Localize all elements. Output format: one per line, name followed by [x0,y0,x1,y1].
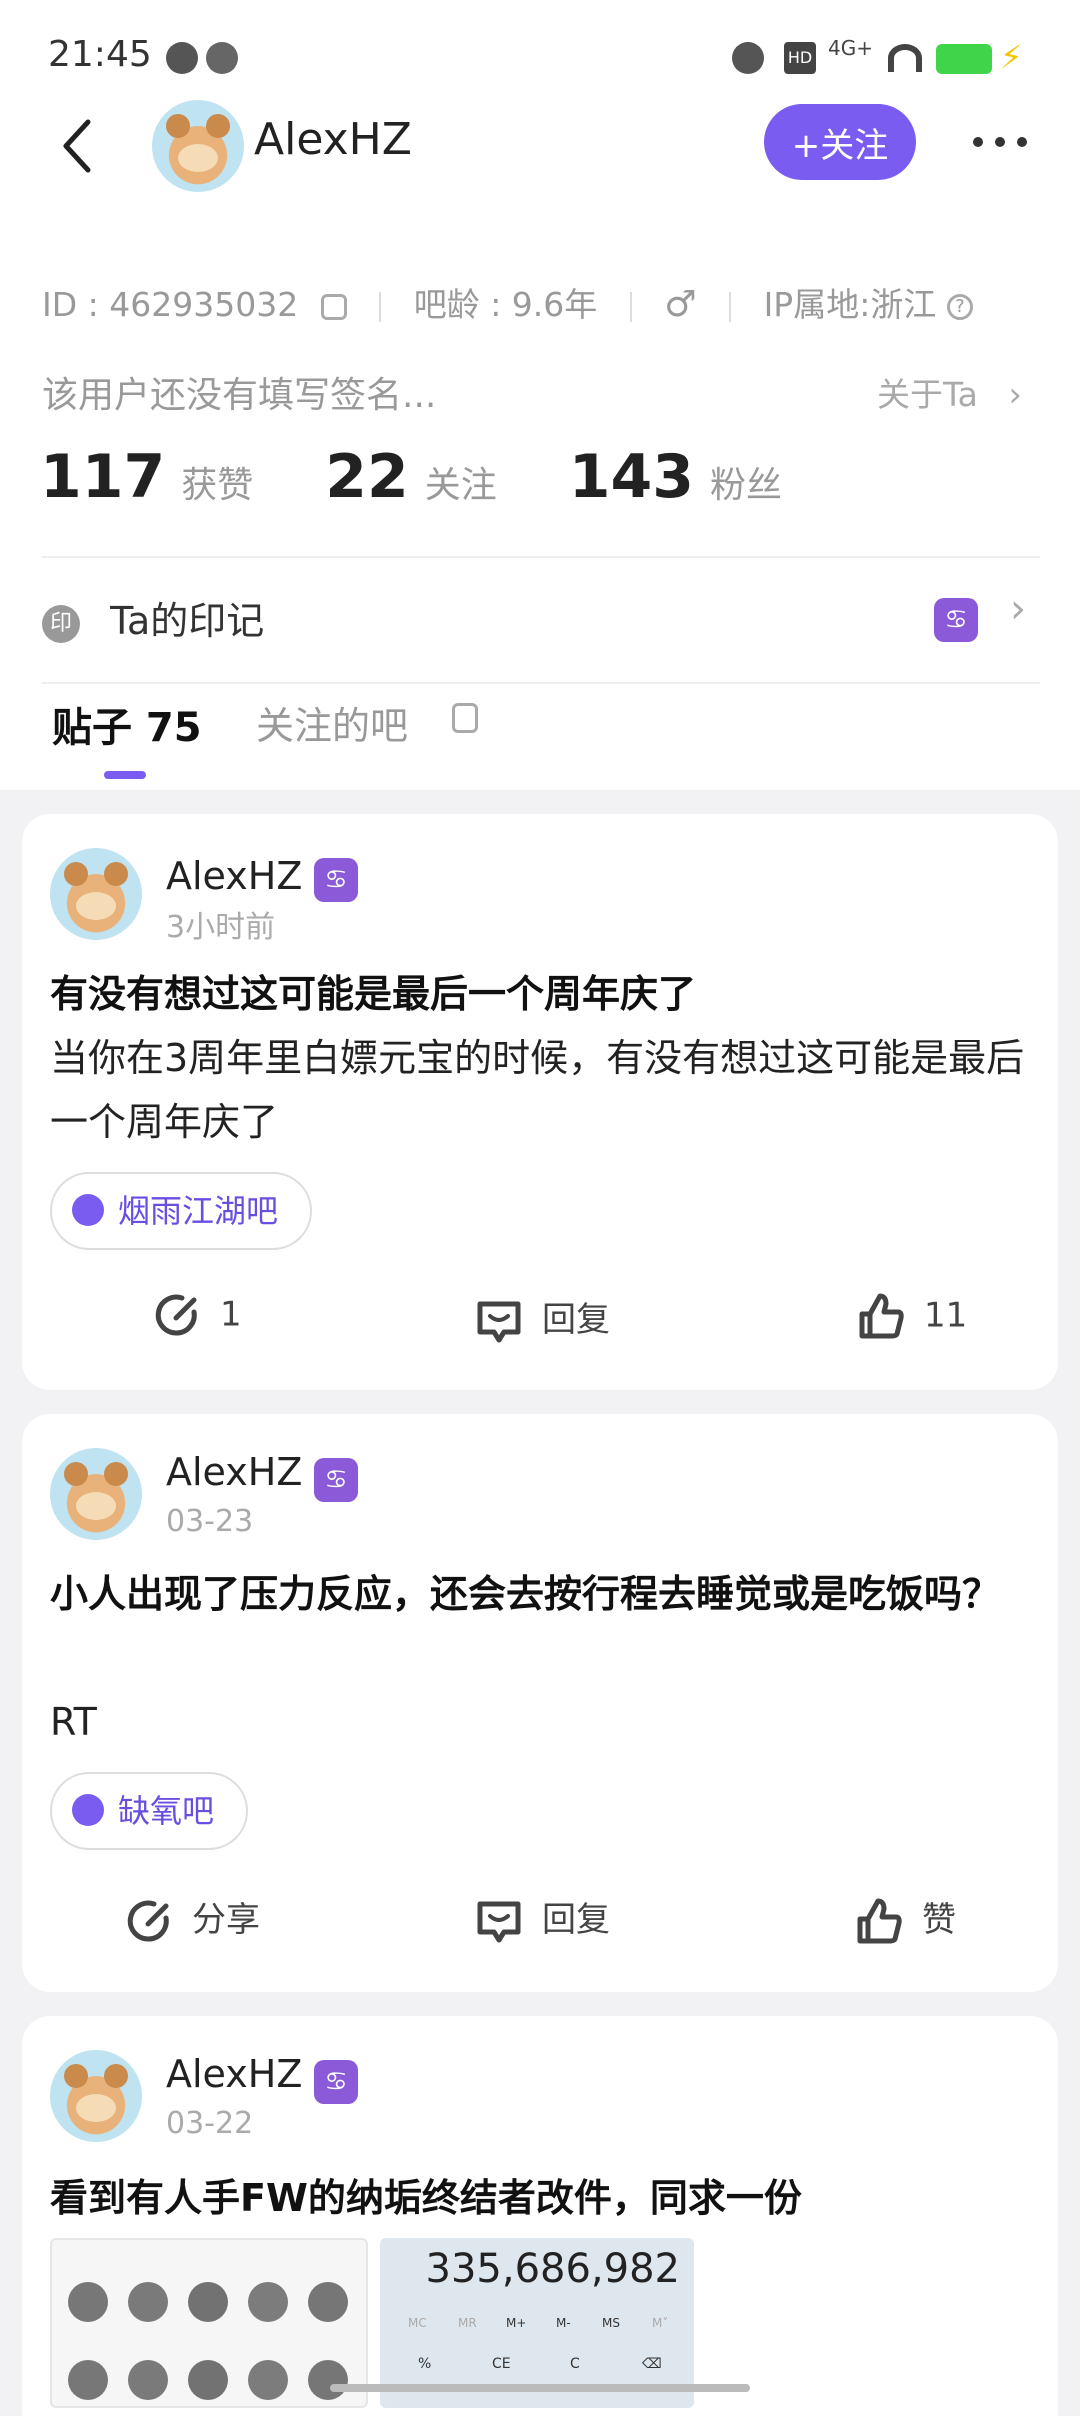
forum-tag[interactable]: 烟雨江湖吧 [50,1172,313,1250]
like-button[interactable]: 11 [856,1292,967,1342]
zodiac-badge-icon: ♋ [314,858,358,902]
share-button[interactable]: 分享 [126,1892,260,1946]
reply-icon [477,1301,521,1342]
share-icon [127,1900,169,1942]
post-author: AlexHZ [166,854,303,898]
chevron-right-icon: › [1008,375,1022,415]
status-bar: 21:45 HD 4G+ ⚡ [0,0,1080,100]
post-author: AlexHZ [166,2052,303,2096]
tab-bar: 贴子 75 关注的吧 [0,695,1080,790]
share-button[interactable]: 1 [154,1292,242,1340]
bar-age: 吧龄 : 9.6年 [413,285,598,324]
stats-row: 117 获赞 22 关注 143 粉丝 [40,442,854,512]
avatar[interactable] [50,848,142,940]
likes-count: 117 [40,442,166,512]
fans-count[interactable]: 143 [569,442,694,512]
share-label: 分享 [192,1900,260,1940]
voice-icon [166,42,198,74]
forum-tag[interactable]: 缺氧吧 [50,1772,249,1850]
signal-icon: 4G+ [828,36,873,60]
zodiac-badge-icon: ♋ [934,598,978,642]
hd-icon: HD [784,42,816,74]
copy-icon[interactable] [320,293,347,320]
like-button[interactable]: 赞 [854,1892,956,1947]
status-time: 21:45 [48,34,152,75]
mark-icon: 印 [42,604,80,643]
reply-icon [477,1901,521,1942]
thumbs-up-icon [859,1293,904,1339]
more-icon[interactable] [970,130,1030,154]
like-count: 11 [924,1295,968,1336]
post-author: AlexHZ [166,1450,303,1494]
top-nav: AlexHZ +关注 [0,100,1080,210]
alarm-icon [732,42,764,74]
chevron-right-icon[interactable]: › [1010,586,1026,632]
share-count: 1 [220,1294,242,1335]
zodiac-badge-icon: ♋ [314,1458,358,1502]
avatar[interactable] [50,1448,142,1540]
planet-icon [72,1194,104,1226]
calculator-display: 335,686,982 [425,2246,680,2292]
back-icon[interactable] [58,116,98,176]
tab-indicator [104,771,146,779]
post-card[interactable]: AlexHZ ♋ 03-22 看到有人手FW的纳垢终结者改件，同求一份 335,… [22,2016,1058,2416]
like-label: 赞 [922,1900,956,1940]
tab-posts[interactable]: 贴子 75 [52,695,202,753]
profile-meta: ID : 462935032 吧龄 : 9.6年 ♂ IP属地:浙江 ? [42,278,973,326]
mark-row[interactable]: 印 Ta的印记 [42,590,264,645]
mark-label: Ta的印记 [110,599,265,643]
ip-location: IP属地:浙江 [763,285,937,324]
divider [42,556,1040,558]
divider [42,682,1040,684]
share-icon [155,1294,197,1336]
post-title: 小人出现了压力反应，还会去按行程去睡觉或是吃饭吗？ [50,1572,1001,1616]
home-indicator[interactable] [330,2384,750,2392]
avatar[interactable] [50,2050,142,2142]
post-title: 看到有人手FW的纳垢终结者改件，同求一份 [50,2176,802,2220]
fans-label: 粉丝 [710,465,783,506]
about-label: 关于Ta [876,375,978,414]
thumbs-up-icon [857,1898,902,1943]
reply-button[interactable]: 回复 [474,1892,610,1946]
reply-label: 回复 [542,1300,610,1340]
post-title: 有没有想过这可能是最后一个周年庆了 [50,972,697,1016]
tab-followed-bars[interactable]: 关注的吧 [256,695,408,750]
user-id: ID : 462935032 [42,285,299,324]
planet-icon [72,1794,104,1826]
charging-icon: ⚡ [1000,38,1023,76]
avatar[interactable] [152,100,244,192]
reply-label: 回复 [542,1900,610,1940]
post-card[interactable]: AlexHZ ♋ 03-23 小人出现了压力反应，还会去按行程去睡觉或是吃饭吗？… [22,1414,1058,1992]
post-time: 3小时前 [166,910,276,945]
forum-name: 烟雨江湖吧 [118,1192,279,1230]
signature: 该用户还没有填写签名... [42,375,437,416]
post-card[interactable]: AlexHZ ♋ 3小时前 有没有想过这可能是最后一个周年庆了 当你在3周年里白… [22,814,1058,1390]
follow-button[interactable]: +关注 [764,104,916,180]
wifi-icon [888,44,922,72]
forum-name: 缺氧吧 [118,1792,215,1830]
lock-icon [452,703,478,733]
help-icon[interactable]: ? [946,293,973,320]
post-body: 当你在3周年里白嫖元宝的时候，有没有想过这可能是最后一个周年庆了 [50,1036,1025,1144]
post-body: RT [50,1700,97,1744]
zodiac-badge-icon: ♋ [314,2060,358,2104]
following-label: 关注 [424,465,497,506]
post-image-miniatures[interactable] [50,2238,368,2408]
alarm-icon [206,42,238,74]
post-time: 03-23 [166,1504,254,1539]
likes-label: 获赞 [181,465,254,506]
post-time: 03-22 [166,2106,254,2141]
following-count[interactable]: 22 [325,442,409,512]
nav-username: AlexHZ [254,114,412,165]
reply-button[interactable]: 回复 [474,1292,610,1346]
battery-icon [936,44,992,74]
profile-header: AlexHZ ID : 462935032 吧龄 : 9.6年 ♂ IP属地:浙… [0,170,1080,790]
male-icon: ♂ [664,284,697,325]
miniatures-image [68,2282,348,2400]
post-image-calculator[interactable]: 335,686,982 MC MR M+ M- MS M˅ % CE C ⌫ [380,2238,694,2408]
about-link[interactable]: 关于Ta › [877,368,1022,416]
